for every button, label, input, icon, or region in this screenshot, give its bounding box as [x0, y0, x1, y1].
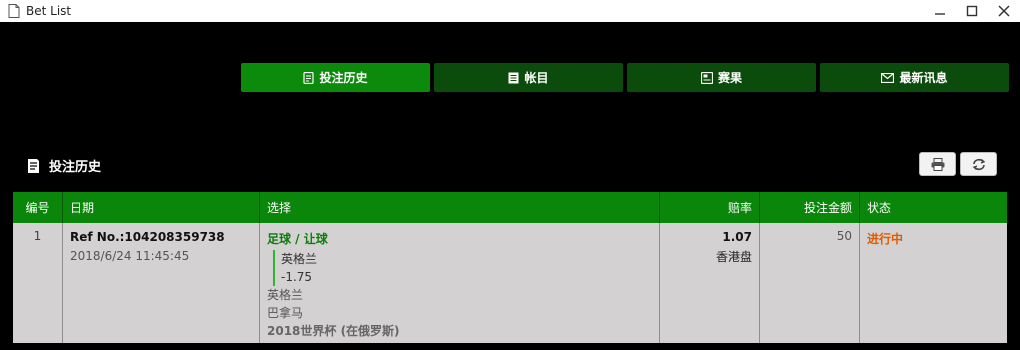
header-odds: 赔率	[660, 192, 760, 223]
ref-number: Ref No.:104208359738	[70, 230, 225, 244]
tab-latest-news[interactable]: 最新讯息	[820, 63, 1009, 92]
print-button[interactable]	[919, 152, 956, 176]
ledger-icon	[508, 72, 519, 84]
minimize-button[interactable]	[924, 0, 956, 22]
away-team: 巴拿马	[267, 306, 304, 320]
toolbar	[919, 152, 997, 176]
printer-icon	[931, 157, 944, 171]
bet-date: 2018/6/24 11:45:45	[70, 249, 190, 263]
tab-label: 投注历史	[319, 71, 368, 85]
header-date: 日期	[63, 192, 260, 223]
tab-bet-history[interactable]: 投注历史	[241, 63, 430, 92]
row-number: 1	[13, 223, 63, 343]
close-icon	[998, 5, 1010, 17]
sport-market: 足球 / 让球	[267, 232, 328, 246]
league-name: 2018世界杯 (在俄罗斯)	[267, 324, 400, 338]
title-bar: Bet List	[0, 0, 1020, 22]
minimize-icon	[935, 13, 945, 15]
maximize-button[interactable]	[956, 0, 988, 22]
status-cell: 进行中	[860, 223, 1007, 343]
tab-label: 帐目	[524, 71, 549, 85]
date-cell: Ref No.:104208359738 2018/6/24 11:45:45	[63, 223, 260, 343]
section-header: 投注历史	[26, 156, 101, 175]
header-status: 状态	[867, 201, 892, 215]
stake-cell: 50	[760, 223, 860, 343]
section-title: 投注历史	[49, 160, 102, 175]
status-badge: 进行中	[867, 232, 904, 246]
mail-icon	[881, 72, 895, 83]
results-icon	[700, 71, 713, 84]
tab-statement[interactable]: 帐目	[434, 63, 623, 92]
receipt-icon	[303, 71, 315, 84]
pick-handicap: -1.75	[281, 270, 313, 284]
bet-table: 编号 日期 选择 赔率 投注金额 状态 1 Ref No.:1042083597…	[13, 192, 1007, 343]
home-team: 英格兰	[267, 288, 304, 302]
close-button[interactable]	[988, 0, 1020, 22]
selection-cell: 足球 / 让球 英格兰 -1.75 英格兰 巴拿马 2018世界杯 (在俄罗斯)	[260, 223, 660, 343]
header-number: 编号	[13, 192, 63, 223]
tab-label: 赛果	[717, 71, 742, 85]
refresh-icon	[972, 158, 985, 170]
table-header: 编号 日期 选择 赔率 投注金额 状态	[13, 192, 1007, 223]
tab-results[interactable]: 赛果	[627, 63, 816, 92]
header-stake: 投注金额	[760, 192, 860, 223]
pick-team: 英格兰	[281, 252, 318, 266]
pick-block: 英格兰 -1.75	[273, 250, 652, 286]
odds-cell: 1.07 香港盘	[660, 223, 760, 343]
window-title: Bet List	[26, 4, 72, 18]
table-row: 1 Ref No.:104208359738 2018/6/24 11:45:4…	[13, 223, 1007, 343]
odds-type: 香港盘	[715, 250, 752, 264]
odds-value: 1.07	[722, 230, 752, 244]
maximize-icon	[966, 5, 978, 17]
document-icon	[8, 4, 20, 18]
tab-label: 最新讯息	[899, 71, 948, 85]
refresh-button[interactable]	[960, 152, 997, 176]
bet-slip-icon	[26, 158, 41, 174]
header-selection: 选择	[260, 192, 660, 223]
nav-tabs: 投注历史 帐目 赛果 最新讯息	[241, 63, 1009, 92]
